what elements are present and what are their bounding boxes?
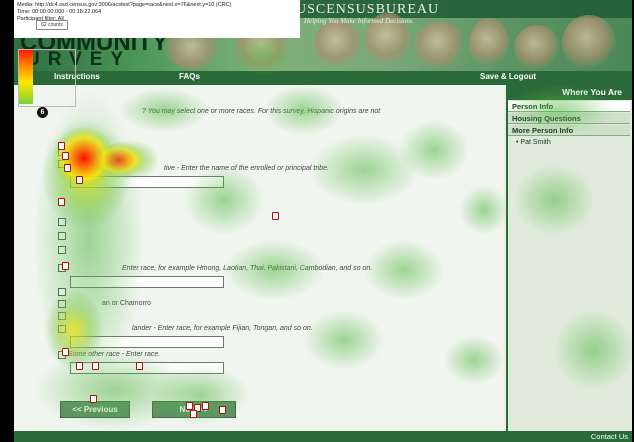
some-other-label: Some other race - Enter race. (68, 351, 161, 358)
fixation-marker (62, 348, 69, 356)
photo-person (514, 25, 560, 71)
sidebar-item-housing-questions[interactable]: Housing Questions (508, 113, 630, 124)
race-checkbox[interactable] (58, 218, 66, 226)
sidebar-item-more-person-info[interactable]: More Person Info (508, 125, 630, 136)
chamorro-label: an or Chamorro (102, 300, 152, 307)
fixation-marker (76, 362, 83, 370)
census-tagline: Helping You Make Informed Decisions (304, 17, 413, 25)
photo-person (414, 22, 466, 70)
asian-field[interactable] (70, 276, 224, 288)
fixation-marker (202, 402, 209, 410)
where-you-are-title: Where You Are (506, 85, 632, 100)
fixation-marker (186, 402, 193, 410)
footer-bar (14, 431, 632, 442)
race-checkbox[interactable] (58, 246, 66, 254)
survey-page: USCENSUSBUREAU Helping You Make Informed… (14, 0, 632, 442)
race-checkbox[interactable] (58, 312, 66, 320)
question-number: 6 (37, 107, 48, 118)
fixation-marker (58, 198, 65, 206)
race-checkbox[interactable] (58, 300, 66, 308)
fixation-marker (58, 142, 65, 150)
contact-us-link[interactable]: Contact Us (591, 432, 628, 441)
nav-save-logout[interactable]: Save & Logout (480, 72, 536, 81)
race-checkbox[interactable] (58, 325, 66, 333)
race-checkbox[interactable] (58, 232, 66, 240)
nav-bar: Instructions FAQs Save & Logout (14, 71, 632, 85)
session-info: Media: http://dc4.ssd.census.gov:3006/ac… (14, 0, 300, 38)
asian-hint: Enter race, for example Hmong, Laotian, … (122, 265, 373, 272)
sidebar-item-person-info[interactable]: Person Info (508, 101, 630, 112)
fixation-marker (190, 410, 197, 418)
photo-person (314, 20, 362, 70)
question-area (14, 85, 504, 431)
fixation-marker (92, 362, 99, 370)
tribe-field[interactable] (70, 176, 224, 188)
fixation-marker (62, 152, 69, 160)
pacific-field[interactable] (70, 336, 224, 348)
photo-person (562, 15, 616, 71)
photo-person (469, 18, 509, 70)
census-bureau-name: USCENSUSBUREAU (296, 2, 440, 17)
media-url: Media: http://dc4.ssd.census.gov:3006/ac… (17, 2, 232, 8)
fixation-marker (62, 262, 69, 270)
fixation-marker (136, 362, 143, 370)
tribe-hint: tive - Enter the name of the enrolled or… (164, 165, 329, 172)
heat-legend-scale (19, 50, 33, 104)
previous-button[interactable]: << Previous (60, 401, 130, 418)
race-checkbox[interactable] (58, 288, 66, 296)
fixation-marker (219, 406, 226, 414)
time-range: Time: 00:00:00.000 - 00:18:22.064 (17, 9, 102, 15)
question-prompt: ? You may select one or more races. For … (142, 108, 381, 115)
fixation-marker (64, 164, 71, 172)
nav-faqs[interactable]: FAQs (179, 72, 200, 81)
sidebar-item-pat-smith[interactable]: • Pat Smith (508, 137, 630, 148)
fixation-marker (76, 176, 83, 184)
heat-legend-count: 62 counts (36, 20, 68, 30)
fixation-marker (272, 212, 279, 220)
fixation-marker (90, 395, 97, 403)
pacific-hint: lander - Enter race, for example Fijian,… (132, 325, 313, 332)
